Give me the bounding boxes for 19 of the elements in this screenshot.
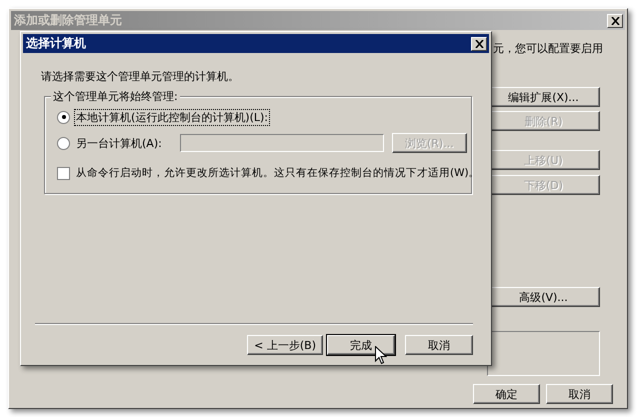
radio-button[interactable] — [57, 136, 70, 150]
radio-button[interactable] — [57, 110, 70, 124]
group-label: 这个管理单元将始终管理: — [51, 89, 180, 104]
radio-label[interactable]: 另一台计算机(A): — [74, 134, 164, 152]
checkbox-label[interactable]: 从命令行启动时，允许更改所选计算机。这只有在保存控制台的情况下才适用(W)。 — [74, 165, 482, 181]
radio-label[interactable]: 本地计算机(运行此控制台的计算机)(L): — [74, 108, 270, 126]
wizard-button[interactable]: < 上一步(B) — [247, 335, 323, 355]
close-button[interactable] — [471, 36, 487, 50]
footer-button[interactable]: 确定 — [473, 384, 540, 404]
checkbox[interactable] — [57, 166, 70, 180]
description-text: 元，您可以配置要启用 — [493, 41, 603, 56]
footer-button[interactable]: 取消 — [546, 384, 613, 404]
prompt-text: 请选择需要这个管理单元管理的计算机。 — [41, 69, 240, 84]
wizard-button[interactable]: 完成 — [327, 335, 395, 355]
close-icon — [474, 40, 484, 48]
dialog-title: 选择计算机 — [26, 35, 87, 52]
close-icon — [610, 16, 620, 24]
wizard-button[interactable]: 取消 — [405, 335, 473, 355]
window-title: 添加或删除管理单元 — [14, 12, 123, 29]
